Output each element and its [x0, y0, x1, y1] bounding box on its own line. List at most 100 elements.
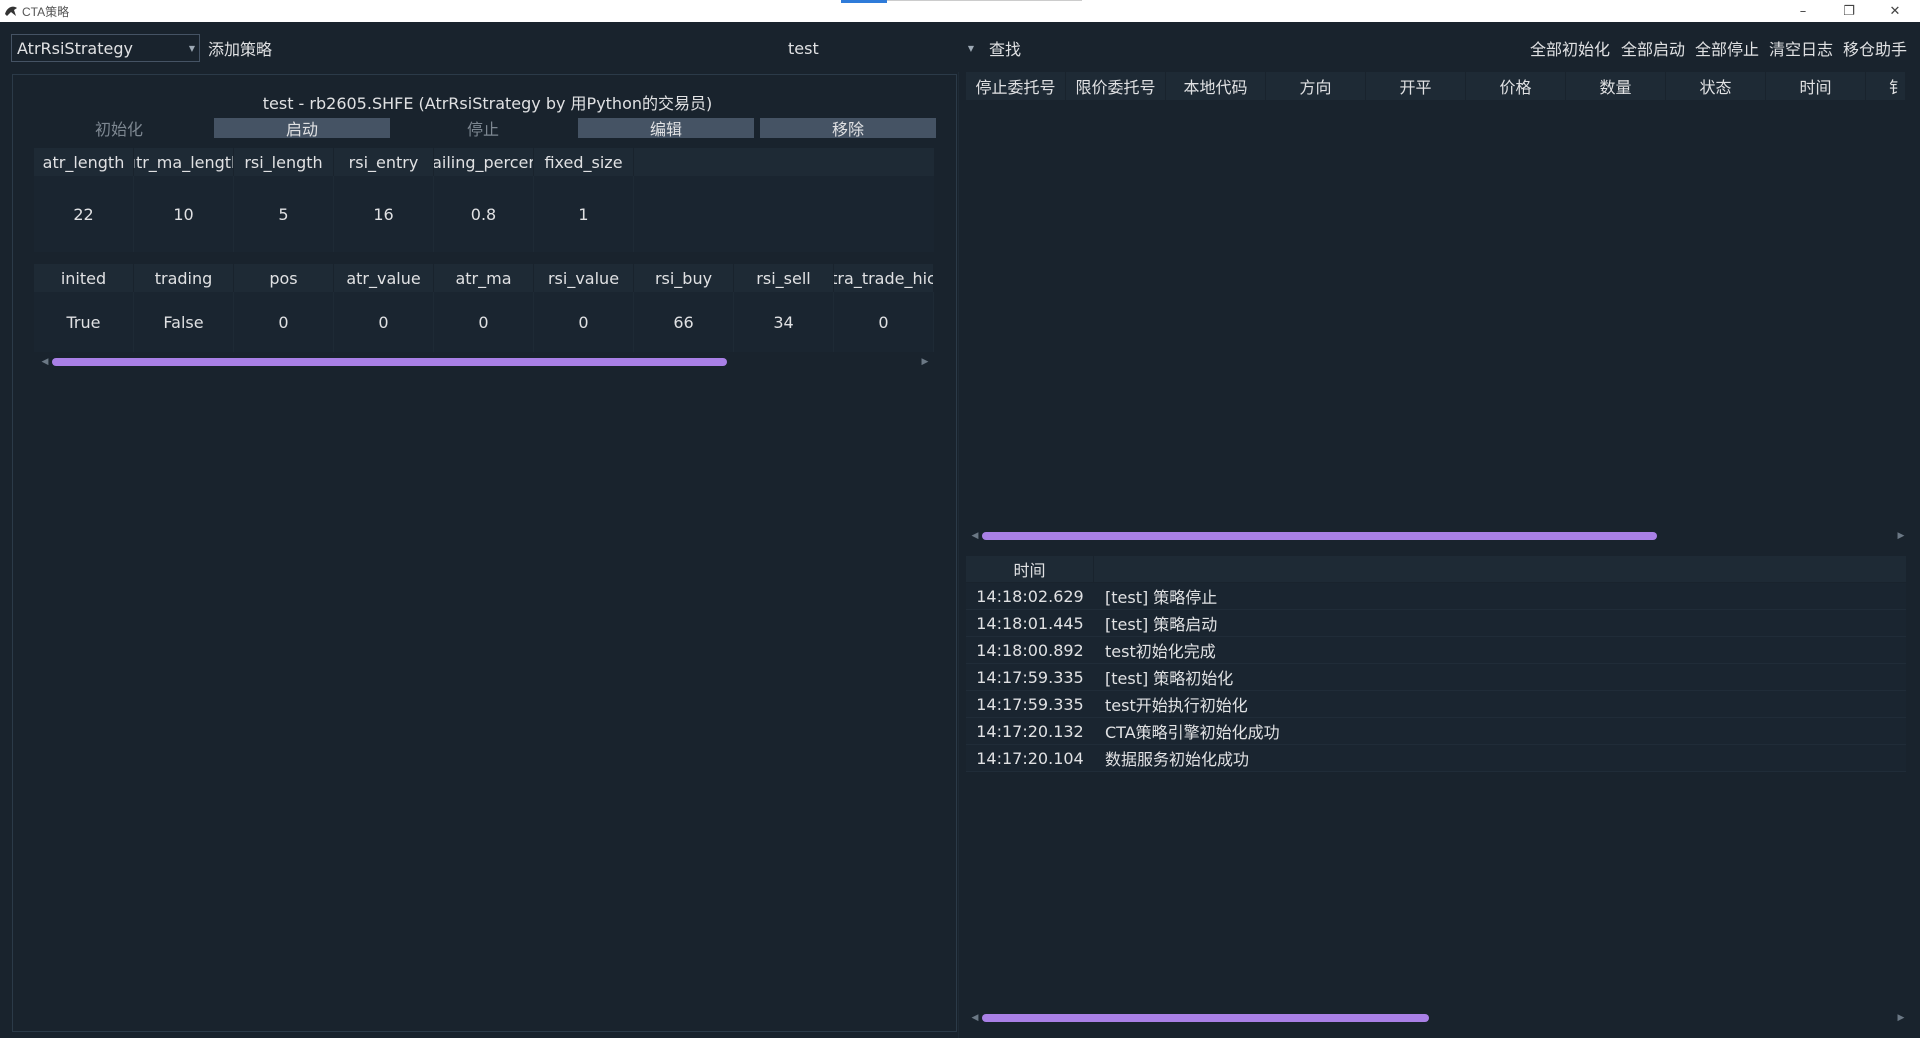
- order-header: 时间: [1766, 72, 1866, 100]
- var-header: inited: [34, 264, 134, 292]
- order-header: 停止委托号: [966, 72, 1066, 100]
- var-value: 0: [234, 292, 334, 352]
- order-header: 本地代码: [1166, 72, 1266, 100]
- clear-log-button[interactable]: 清空日志: [1767, 35, 1835, 61]
- search-value: test: [788, 38, 819, 58]
- variables-scrollbar[interactable]: ◀ ▶: [40, 356, 930, 368]
- search-dropdown-icon: ▼: [967, 44, 974, 53]
- log-message: test初始化完成: [1105, 642, 1216, 661]
- order-header: 数量: [1566, 72, 1666, 100]
- log-message: [test] 策略启动: [1105, 615, 1218, 634]
- var-value: 0: [534, 292, 634, 352]
- log-row: 14:18:01.445 [test] 策略启动: [966, 610, 1906, 637]
- log-row: 14:18:00.892 test初始化完成: [966, 637, 1906, 664]
- log-row: 14:18:02.629 [test] 策略停止: [966, 583, 1906, 610]
- var-header: atr_ma: [434, 264, 534, 292]
- remove-button[interactable]: 移除: [760, 118, 936, 139]
- param-header: ailing_percer: [434, 148, 534, 176]
- close-button[interactable]: ✕: [1872, 0, 1918, 22]
- start-all-button[interactable]: 全部启动: [1619, 35, 1687, 61]
- log-row: 14:17:20.104 数据服务初始化成功: [966, 745, 1906, 772]
- log-header: 时间: [966, 556, 1906, 582]
- param-header: ıtr_ma_lengtl: [134, 148, 234, 176]
- app-logo-icon: [4, 4, 18, 18]
- restore-button[interactable]: ❐: [1826, 0, 1872, 22]
- rollover-button[interactable]: 移仓助手: [1841, 35, 1909, 61]
- scroll-thumb[interactable]: [982, 1014, 1429, 1022]
- parameters-header: atr_length ıtr_ma_lengtl rsi_length rsi_…: [34, 148, 934, 176]
- scroll-thumb[interactable]: [982, 532, 1657, 540]
- log-message: [test] 策略初始化: [1105, 669, 1234, 688]
- orders-scrollbar[interactable]: ◀ ▶: [970, 530, 1906, 542]
- scroll-right-icon[interactable]: ▶: [1896, 1012, 1906, 1024]
- log-scrollbar[interactable]: ◀ ▶: [970, 1012, 1906, 1024]
- var-value: 0: [434, 292, 534, 352]
- param-value: 10: [134, 176, 234, 252]
- order-header: 钅: [1866, 72, 1906, 100]
- param-header: rsi_length: [234, 148, 334, 176]
- param-value: 22: [34, 176, 134, 252]
- init-button[interactable]: 初始化: [36, 115, 202, 141]
- scroll-thumb[interactable]: [52, 358, 727, 366]
- scroll-left-icon[interactable]: ◀: [970, 530, 980, 542]
- param-value: 0.8: [434, 176, 534, 252]
- log-row: 14:17:59.335 [test] 策略初始化: [966, 664, 1906, 691]
- var-header: rsi_value: [534, 264, 634, 292]
- log-row: 14:17:20.132 CTA策略引擎初始化成功: [966, 718, 1906, 745]
- title-bar: CTA策略 – ❐ ✕: [0, 0, 1920, 22]
- strategy-class-select[interactable]: AtrRsiStrategy ▼: [11, 34, 200, 62]
- var-value: 34: [734, 292, 834, 352]
- minimize-button[interactable]: –: [1780, 0, 1826, 22]
- search-button[interactable]: 查找: [985, 35, 1025, 61]
- var-header: rsi_sell: [734, 264, 834, 292]
- tab-indicator-track: [887, 0, 1082, 1]
- var-value: True: [34, 292, 134, 352]
- var-header: tra_trade_hic: [834, 264, 934, 292]
- add-strategy-button[interactable]: 添加策略: [205, 35, 275, 61]
- stop-all-button[interactable]: 全部停止: [1693, 35, 1761, 61]
- log-message: test开始执行初始化: [1105, 696, 1248, 715]
- stop-button[interactable]: 停止: [400, 115, 566, 141]
- var-header: trading: [134, 264, 234, 292]
- param-header: fixed_size: [534, 148, 634, 176]
- variables-row: True False 0 0 0 0 66 34 0: [34, 292, 934, 352]
- order-header: 开平: [1366, 72, 1466, 100]
- orders-table-body[interactable]: [966, 100, 1906, 530]
- param-header: atr_length: [34, 148, 134, 176]
- param-header: rsi_entry: [334, 148, 434, 176]
- strategy-class-value: AtrRsiStrategy: [17, 38, 133, 58]
- start-button[interactable]: 启动: [214, 118, 390, 139]
- var-value: 66: [634, 292, 734, 352]
- window-title: CTA策略: [22, 4, 70, 19]
- order-header: 状态: [1666, 72, 1766, 100]
- log-time: 14:17:20.104: [976, 748, 1084, 768]
- log-row: 14:17:59.335 test开始执行初始化: [966, 691, 1906, 718]
- param-value: 5: [234, 176, 334, 252]
- strategy-title: test - rb2605.SHFE (AtrRsiStrategy by 用P…: [262, 94, 713, 113]
- scroll-right-icon[interactable]: ▶: [920, 356, 930, 368]
- init-all-button[interactable]: 全部初始化: [1527, 35, 1613, 61]
- order-header: 方向: [1266, 72, 1366, 100]
- log-time: 14:18:02.629: [976, 586, 1084, 606]
- variables-header: inited trading pos atr_value atr_ma rsi_…: [34, 264, 934, 292]
- edit-button[interactable]: 编辑: [578, 118, 754, 139]
- pane-divider[interactable]: [958, 72, 959, 1038]
- restore-icon: ❐: [1843, 3, 1855, 19]
- scroll-left-icon[interactable]: ◀: [970, 1012, 980, 1024]
- order-header: 价格: [1466, 72, 1566, 100]
- scroll-left-icon[interactable]: ◀: [40, 356, 50, 368]
- close-icon: ✕: [1889, 3, 1901, 19]
- log-time: 14:17:59.335: [976, 667, 1084, 687]
- scroll-right-icon[interactable]: ▶: [1896, 530, 1906, 542]
- search-combo[interactable]: test ▼: [782, 34, 979, 62]
- var-header: rsi_buy: [634, 264, 734, 292]
- var-value: 0: [834, 292, 934, 352]
- log-time: 14:18:01.445: [976, 613, 1084, 633]
- var-header: pos: [234, 264, 334, 292]
- log-time: 14:17:20.132: [976, 721, 1084, 741]
- param-value: 16: [334, 176, 434, 252]
- param-value: 1: [534, 176, 634, 252]
- minimize-icon: –: [1799, 3, 1807, 19]
- log-message: 数据服务初始化成功: [1105, 750, 1250, 769]
- log-time: 14:17:59.335: [976, 694, 1084, 714]
